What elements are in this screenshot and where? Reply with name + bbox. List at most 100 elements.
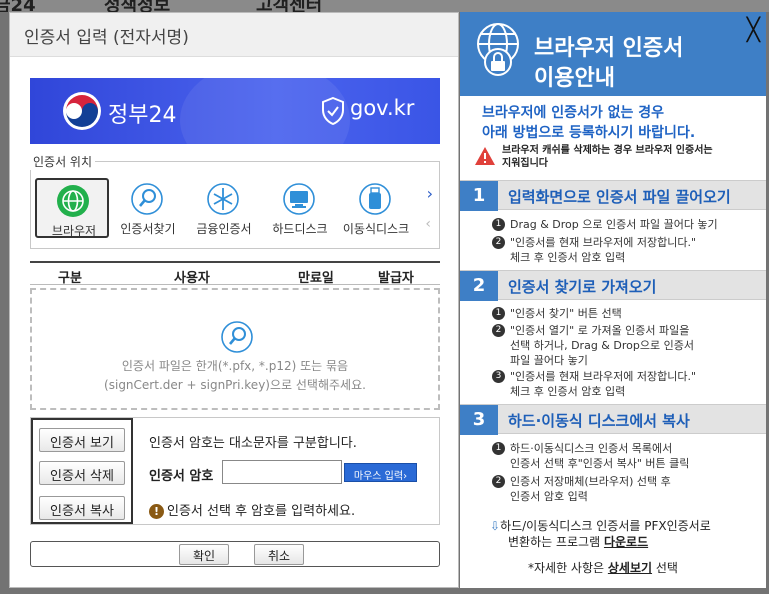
col-issuer: 발급자 xyxy=(378,271,414,286)
mouse-input-button[interactable]: 마우스 입력› xyxy=(344,463,417,482)
location-label: 하드디스크 xyxy=(272,222,328,236)
dialog-footer: 확인 취소 xyxy=(30,541,440,567)
drop-hint-line2: (signCert.der + signPri.key)으로 선택해주세요. xyxy=(104,378,366,392)
cert-button-column: 인증서 보기 인증서 삭제 인증서 복사 xyxy=(31,418,133,524)
pfx-converter-info: ⇩하드/이동식디스크 인증서를 PFX인증서로 변환하는 프로그램 다운로드 xyxy=(490,518,766,550)
step-text: 파일 끌어다 놓기 xyxy=(510,354,588,367)
guide-intro-line1: 브라우저에 인증서가 없는 경우 xyxy=(482,105,665,121)
cert-location-group: 브라우저 인증서찾기 금융인증서 하드디스크 이동식디스크 › ‹ xyxy=(30,161,440,249)
cert-drop-zone[interactable]: 인증서 파일은 한개(*.pfx, *.p12) 또는 묶음 (signCert… xyxy=(30,288,440,410)
location-label: 이동식디스크 xyxy=(342,222,410,236)
dialog-title: 인증서 입력 (전자서명) xyxy=(10,13,458,57)
step-text: Drag & Drop 으로 인증서 파일 끌어다 놓기 xyxy=(510,218,718,231)
location-hard-disk[interactable]: 하드디스크 xyxy=(263,178,337,238)
pfx-info-line1: 하드/이동식디스크 인증서를 PFX인증서로 xyxy=(500,519,711,533)
copy-cert-button[interactable]: 인증서 복사 xyxy=(39,496,125,520)
globe-lock-icon xyxy=(477,23,519,76)
usb-icon xyxy=(359,183,391,215)
step-text: "인증서를 현재 브라우저에 저장합니다." xyxy=(510,370,697,383)
section-number: 3 xyxy=(460,405,498,435)
location-financial-cert[interactable]: 금융인증서 xyxy=(187,178,261,238)
step-text: 선택 하거나, Drag & Drop으로 인증서 xyxy=(510,339,694,352)
col-type: 구분 xyxy=(58,271,82,286)
section-title: 인증서 찾기로 가져오기 xyxy=(508,278,657,296)
detail-link[interactable]: 상세보기 xyxy=(608,561,652,575)
step-number: 1 xyxy=(492,218,505,231)
cert-input-dialog: 인증서 입력 (전자서명) 정부24 gov.kr 브라우저 인증서찾기 금융인… xyxy=(9,12,459,588)
step-text: 인증서 암호 입력 xyxy=(510,490,588,503)
password-input[interactable] xyxy=(222,460,342,484)
shield-check-icon xyxy=(322,97,344,125)
guide-step: 3 "인증서를 현재 브라우저에 저장합니다." 체크 후 인증서 암호 입력 xyxy=(492,369,760,399)
warning-icon: ! xyxy=(149,504,164,519)
location-label: 인증서찾기 xyxy=(120,222,176,236)
step-text: "인증서 열기" 로 가져올 인증서 파일을 xyxy=(510,324,690,337)
gov24-banner: 정부24 gov.kr xyxy=(30,78,440,144)
step-text: 인증서 저장매체(브라우저) 선택 후 xyxy=(510,475,671,488)
bg-nav-item: 금24 xyxy=(0,0,36,12)
guide-step: 1 하드·이동식디스크 인증서 목록에서 인증서 선택 후"인증서 복사" 버튼… xyxy=(492,441,760,471)
next-arrow-icon[interactable]: › xyxy=(427,184,433,203)
step-number: 1 xyxy=(492,442,505,455)
background-nav: 금24 정책정보 고객센터 xyxy=(0,0,769,12)
drop-hint-line1: 인증서 파일은 한개(*.pfx, *.p12) 또는 묶음 xyxy=(121,359,349,373)
location-label: 금융인증서 xyxy=(196,222,252,236)
guide-section-3: 3 하드·이동식 디스크에서 복사 xyxy=(460,404,766,435)
password-warning: ! 인증서 선택 후 암호를 입력하세요. xyxy=(149,500,355,519)
guide-step: 2 "인증서를 현재 브라우저에 저장합니다." 체크 후 인증서 암호 입력 xyxy=(492,235,760,265)
guide-header: 브라우저 인증서 이용안내 ╳ xyxy=(460,12,766,96)
cert-table-header: 구분 사용자 만료일 발급자 xyxy=(30,261,440,286)
location-browser[interactable]: 브라우저 xyxy=(35,178,109,238)
guide-step: 2 인증서 저장매체(브라우저) 선택 후 인증서 암호 입력 xyxy=(492,474,760,504)
detail-pre: *자세한 사항은 xyxy=(528,561,608,575)
warning-text: 인증서 선택 후 암호를 입력하세요. xyxy=(167,504,356,519)
magnifier-icon xyxy=(131,183,163,215)
section-number: 1 xyxy=(460,181,498,211)
guide-title-line2: 이용안내 xyxy=(534,66,615,91)
guide-intro-line2: 아래 방법으로 등록하시기 바랍니다. xyxy=(482,125,696,141)
cancel-button[interactable]: 취소 xyxy=(254,544,304,565)
globe-icon xyxy=(57,185,89,217)
step-text: 체크 후 인증서 암호 입력 xyxy=(510,251,626,264)
step-number: 2 xyxy=(492,475,505,488)
step-number: 1 xyxy=(492,307,505,320)
close-icon[interactable]: ╳ xyxy=(747,18,760,43)
guide-step: 2 "인증서 열기" 로 가져올 인증서 파일을 선택 하거나, Drag & … xyxy=(492,323,760,368)
section-title: 하드·이동식 디스크에서 복사 xyxy=(508,412,690,430)
view-cert-button[interactable]: 인증서 보기 xyxy=(39,428,125,452)
gov-domain: gov.kr xyxy=(350,96,415,120)
guide-section-1: 1 입력화면으로 인증서 파일 끌어오기 xyxy=(460,180,766,211)
section-number: 2 xyxy=(460,271,498,301)
location-removable-disk[interactable]: 이동식디스크 xyxy=(339,178,413,238)
location-find-cert[interactable]: 인증서찾기 xyxy=(111,178,185,238)
magnifier-icon xyxy=(221,321,253,353)
bg-nav-item: 정책정보 xyxy=(104,0,171,12)
gov-taegeuk-logo-icon xyxy=(63,92,101,130)
detail-post: 선택 xyxy=(652,561,678,575)
prev-arrow-icon[interactable]: ‹ xyxy=(425,216,431,232)
step-text: 체크 후 인증서 암호 입력 xyxy=(510,385,626,398)
password-label: 인증서 암호 xyxy=(149,469,214,484)
location-label: 브라우저 xyxy=(51,224,97,238)
guide-step: 1 Drag & Drop 으로 인증서 파일 끌어다 놓기 xyxy=(492,217,760,232)
step-text: 하드·이동식디스크 인증서 목록에서 xyxy=(510,442,673,455)
cert-location-label: 인증서 위치 xyxy=(30,153,96,170)
col-expiry: 만료일 xyxy=(298,271,334,286)
detail-info: *자세한 사항은 상세보기 선택 xyxy=(528,559,678,576)
section-title: 입력화면으로 인증서 파일 끌어오기 xyxy=(508,188,731,206)
cache-warning-line1: 브라우저 캐쉬를 삭제하는 경우 브라우저 인증서는 xyxy=(502,145,713,156)
cache-warning-line2: 지워집니다 xyxy=(502,158,548,169)
cert-action-box: 인증서 보기 인증서 삭제 인증서 복사 인증서 암호는 대소문자를 구분합니다… xyxy=(30,417,440,525)
financial-cert-icon xyxy=(207,183,239,215)
step-number: 2 xyxy=(492,236,505,249)
download-link[interactable]: 다운로드 xyxy=(604,535,648,549)
delete-cert-button[interactable]: 인증서 삭제 xyxy=(39,461,125,485)
step-text: 인증서 선택 후"인증서 복사" 버튼 클릭 xyxy=(510,457,690,470)
ok-button[interactable]: 확인 xyxy=(179,544,229,565)
password-case-info: 인증서 암호는 대소문자를 구분합니다. xyxy=(149,436,357,451)
col-user: 사용자 xyxy=(174,271,210,286)
pfx-info-line2: 변환하는 프로그램 xyxy=(508,535,604,549)
guide-step: 1 "인증서 찾기" 버튼 선택 xyxy=(492,306,760,321)
monitor-icon xyxy=(283,183,315,215)
step-number: 3 xyxy=(492,370,505,383)
